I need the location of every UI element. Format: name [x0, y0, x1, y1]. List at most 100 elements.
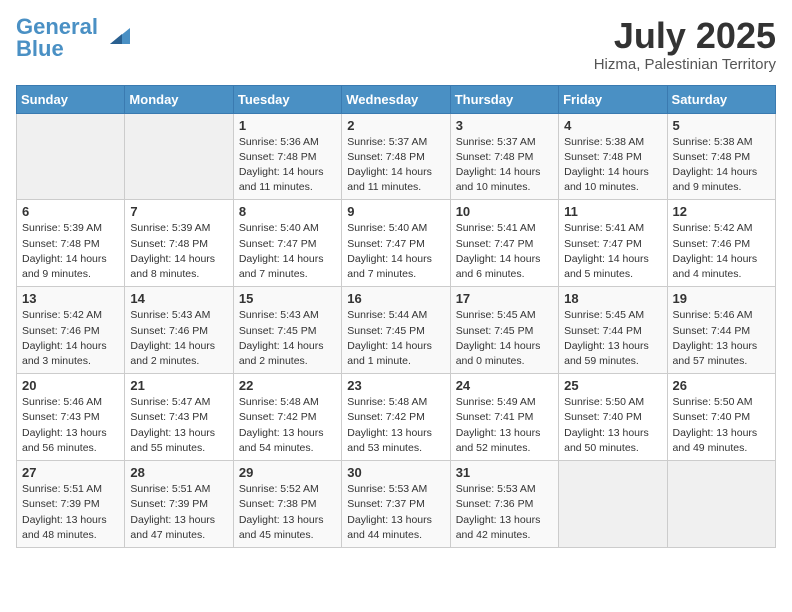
location-title: Hizma, Palestinian Territory — [594, 56, 776, 73]
day-info: Sunrise: 5:51 AMSunset: 7:39 PMDaylight:… — [22, 482, 119, 543]
day-number: 21 — [130, 378, 227, 393]
day-number: 15 — [239, 291, 336, 306]
calendar-cell: 14 Sunrise: 5:43 AMSunset: 7:46 PMDayligh… — [125, 287, 233, 374]
day-number: 22 — [239, 378, 336, 393]
calendar-cell: 29 Sunrise: 5:52 AMSunset: 7:38 PMDayligh… — [233, 461, 341, 548]
day-info: Sunrise: 5:43 AMSunset: 7:45 PMDaylight:… — [239, 308, 336, 369]
day-number: 2 — [347, 118, 444, 133]
calendar-cell: 24 Sunrise: 5:49 AMSunset: 7:41 PMDayligh… — [450, 374, 558, 461]
calendar-week-1: 1 Sunrise: 5:36 AMSunset: 7:48 PMDaylight… — [17, 113, 776, 200]
page-header: General Blue July 2025 Hizma, Palestinia… — [16, 16, 776, 73]
day-number: 24 — [456, 378, 553, 393]
calendar-cell — [17, 113, 125, 200]
day-info: Sunrise: 5:48 AMSunset: 7:42 PMDaylight:… — [347, 395, 444, 456]
day-number: 12 — [673, 204, 770, 219]
calendar-cell: 4Sunrise: 5:38 AMSunset: 7:48 PMDaylight… — [559, 113, 667, 200]
day-number: 16 — [347, 291, 444, 306]
day-info: Sunrise: 5:42 AMSunset: 7:46 PMDaylight:… — [673, 221, 770, 282]
calendar-cell: 26 Sunrise: 5:50 AMSunset: 7:40 PMDayligh… — [667, 374, 775, 461]
day-info: Sunrise: 5:53 AMSunset: 7:37 PMDaylight:… — [347, 482, 444, 543]
day-info: Sunrise: 5:38 AMSunset: 7:48 PMDaylight:… — [564, 135, 661, 196]
calendar-week-3: 13Sunrise: 5:42 AMSunset: 7:46 PMDayligh… — [17, 287, 776, 374]
logo-icon — [100, 24, 130, 48]
calendar-cell: 6 Sunrise: 5:39 AMSunset: 7:48 PMDaylight… — [17, 200, 125, 287]
calendar-cell: 5Sunrise: 5:38 AMSunset: 7:48 PMDaylight… — [667, 113, 775, 200]
calendar-week-4: 20Sunrise: 5:46 AMSunset: 7:43 PMDayligh… — [17, 374, 776, 461]
calendar-cell: 2 Sunrise: 5:37 AMSunset: 7:48 PMDaylight… — [342, 113, 450, 200]
day-info: Sunrise: 5:41 AMSunset: 7:47 PMDaylight:… — [456, 221, 553, 282]
day-number: 27 — [22, 465, 119, 480]
title-block: July 2025 Hizma, Palestinian Territory — [594, 16, 776, 73]
calendar-week-5: 27 Sunrise: 5:51 AMSunset: 7:39 PMDayligh… — [17, 461, 776, 548]
day-number: 3 — [456, 118, 553, 133]
calendar-cell: 15 Sunrise: 5:43 AMSunset: 7:45 PMDayligh… — [233, 287, 341, 374]
calendar-cell: 20Sunrise: 5:46 AMSunset: 7:43 PMDayligh… — [17, 374, 125, 461]
weekday-header-thursday: Thursday — [450, 85, 558, 113]
day-number: 14 — [130, 291, 227, 306]
logo-blue: Blue — [16, 36, 64, 61]
day-info: Sunrise: 5:41 AMSunset: 7:47 PMDaylight:… — [564, 221, 661, 282]
day-info: Sunrise: 5:42 AMSunset: 7:46 PMDaylight:… — [22, 308, 119, 369]
weekday-header-wednesday: Wednesday — [342, 85, 450, 113]
calendar-cell: 23 Sunrise: 5:48 AMSunset: 7:42 PMDayligh… — [342, 374, 450, 461]
day-info: Sunrise: 5:37 AMSunset: 7:48 PMDaylight:… — [347, 135, 444, 196]
calendar-cell: 21 Sunrise: 5:47 AMSunset: 7:43 PMDayligh… — [125, 374, 233, 461]
day-info: Sunrise: 5:45 AMSunset: 7:45 PMDaylight:… — [456, 308, 553, 369]
day-info: Sunrise: 5:40 AMSunset: 7:47 PMDaylight:… — [347, 221, 444, 282]
calendar-cell: 7 Sunrise: 5:39 AMSunset: 7:48 PMDaylight… — [125, 200, 233, 287]
weekday-header-friday: Friday — [559, 85, 667, 113]
day-number: 28 — [130, 465, 227, 480]
day-number: 23 — [347, 378, 444, 393]
day-info: Sunrise: 5:45 AMSunset: 7:44 PMDaylight:… — [564, 308, 661, 369]
calendar-table: SundayMondayTuesdayWednesdayThursdayFrid… — [16, 85, 776, 548]
day-info: Sunrise: 5:40 AMSunset: 7:47 PMDaylight:… — [239, 221, 336, 282]
logo: General Blue — [16, 16, 130, 60]
day-info: Sunrise: 5:39 AMSunset: 7:48 PMDaylight:… — [22, 221, 119, 282]
calendar-cell: 27 Sunrise: 5:51 AMSunset: 7:39 PMDayligh… — [17, 461, 125, 548]
day-info: Sunrise: 5:39 AMSunset: 7:48 PMDaylight:… — [130, 221, 227, 282]
day-number: 10 — [456, 204, 553, 219]
logo-text: General Blue — [16, 16, 98, 60]
day-info: Sunrise: 5:50 AMSunset: 7:40 PMDaylight:… — [564, 395, 661, 456]
day-number: 7 — [130, 204, 227, 219]
day-number: 9 — [347, 204, 444, 219]
calendar-cell: 31 Sunrise: 5:53 AMSunset: 7:36 PMDayligh… — [450, 461, 558, 548]
day-info: Sunrise: 5:46 AMSunset: 7:43 PMDaylight:… — [22, 395, 119, 456]
calendar-cell: 10 Sunrise: 5:41 AMSunset: 7:47 PMDayligh… — [450, 200, 558, 287]
day-number: 25 — [564, 378, 661, 393]
day-info: Sunrise: 5:51 AMSunset: 7:39 PMDaylight:… — [130, 482, 227, 543]
day-info: Sunrise: 5:50 AMSunset: 7:40 PMDaylight:… — [673, 395, 770, 456]
day-number: 6 — [22, 204, 119, 219]
weekday-header-tuesday: Tuesday — [233, 85, 341, 113]
day-info: Sunrise: 5:53 AMSunset: 7:36 PMDaylight:… — [456, 482, 553, 543]
day-info: Sunrise: 5:47 AMSunset: 7:43 PMDaylight:… — [130, 395, 227, 456]
calendar-cell: 25 Sunrise: 5:50 AMSunset: 7:40 PMDayligh… — [559, 374, 667, 461]
day-number: 29 — [239, 465, 336, 480]
day-info: Sunrise: 5:43 AMSunset: 7:46 PMDaylight:… — [130, 308, 227, 369]
day-number: 17 — [456, 291, 553, 306]
day-info: Sunrise: 5:52 AMSunset: 7:38 PMDaylight:… — [239, 482, 336, 543]
calendar-cell — [667, 461, 775, 548]
day-info: Sunrise: 5:38 AMSunset: 7:48 PMDaylight:… — [673, 135, 770, 196]
day-info: Sunrise: 5:44 AMSunset: 7:45 PMDaylight:… — [347, 308, 444, 369]
calendar-cell — [125, 113, 233, 200]
weekday-header-saturday: Saturday — [667, 85, 775, 113]
calendar-cell: 11 Sunrise: 5:41 AMSunset: 7:47 PMDayligh… — [559, 200, 667, 287]
day-number: 26 — [673, 378, 770, 393]
calendar-cell: 28 Sunrise: 5:51 AMSunset: 7:39 PMDayligh… — [125, 461, 233, 548]
day-number: 31 — [456, 465, 553, 480]
day-info: Sunrise: 5:36 AMSunset: 7:48 PMDaylight:… — [239, 135, 336, 196]
calendar-cell: 30Sunrise: 5:53 AMSunset: 7:37 PMDayligh… — [342, 461, 450, 548]
day-number: 11 — [564, 204, 661, 219]
calendar-cell — [559, 461, 667, 548]
calendar-cell: 22Sunrise: 5:48 AMSunset: 7:42 PMDayligh… — [233, 374, 341, 461]
calendar-cell: 12 Sunrise: 5:42 AMSunset: 7:46 PMDayligh… — [667, 200, 775, 287]
month-title: July 2025 — [594, 16, 776, 56]
weekday-header-monday: Monday — [125, 85, 233, 113]
calendar-cell: 9 Sunrise: 5:40 AMSunset: 7:47 PMDaylight… — [342, 200, 450, 287]
day-info: Sunrise: 5:49 AMSunset: 7:41 PMDaylight:… — [456, 395, 553, 456]
calendar-cell: 8Sunrise: 5:40 AMSunset: 7:47 PMDaylight… — [233, 200, 341, 287]
day-number: 1 — [239, 118, 336, 133]
calendar-header: SundayMondayTuesdayWednesdayThursdayFrid… — [17, 85, 776, 113]
calendar-week-2: 6 Sunrise: 5:39 AMSunset: 7:48 PMDaylight… — [17, 200, 776, 287]
